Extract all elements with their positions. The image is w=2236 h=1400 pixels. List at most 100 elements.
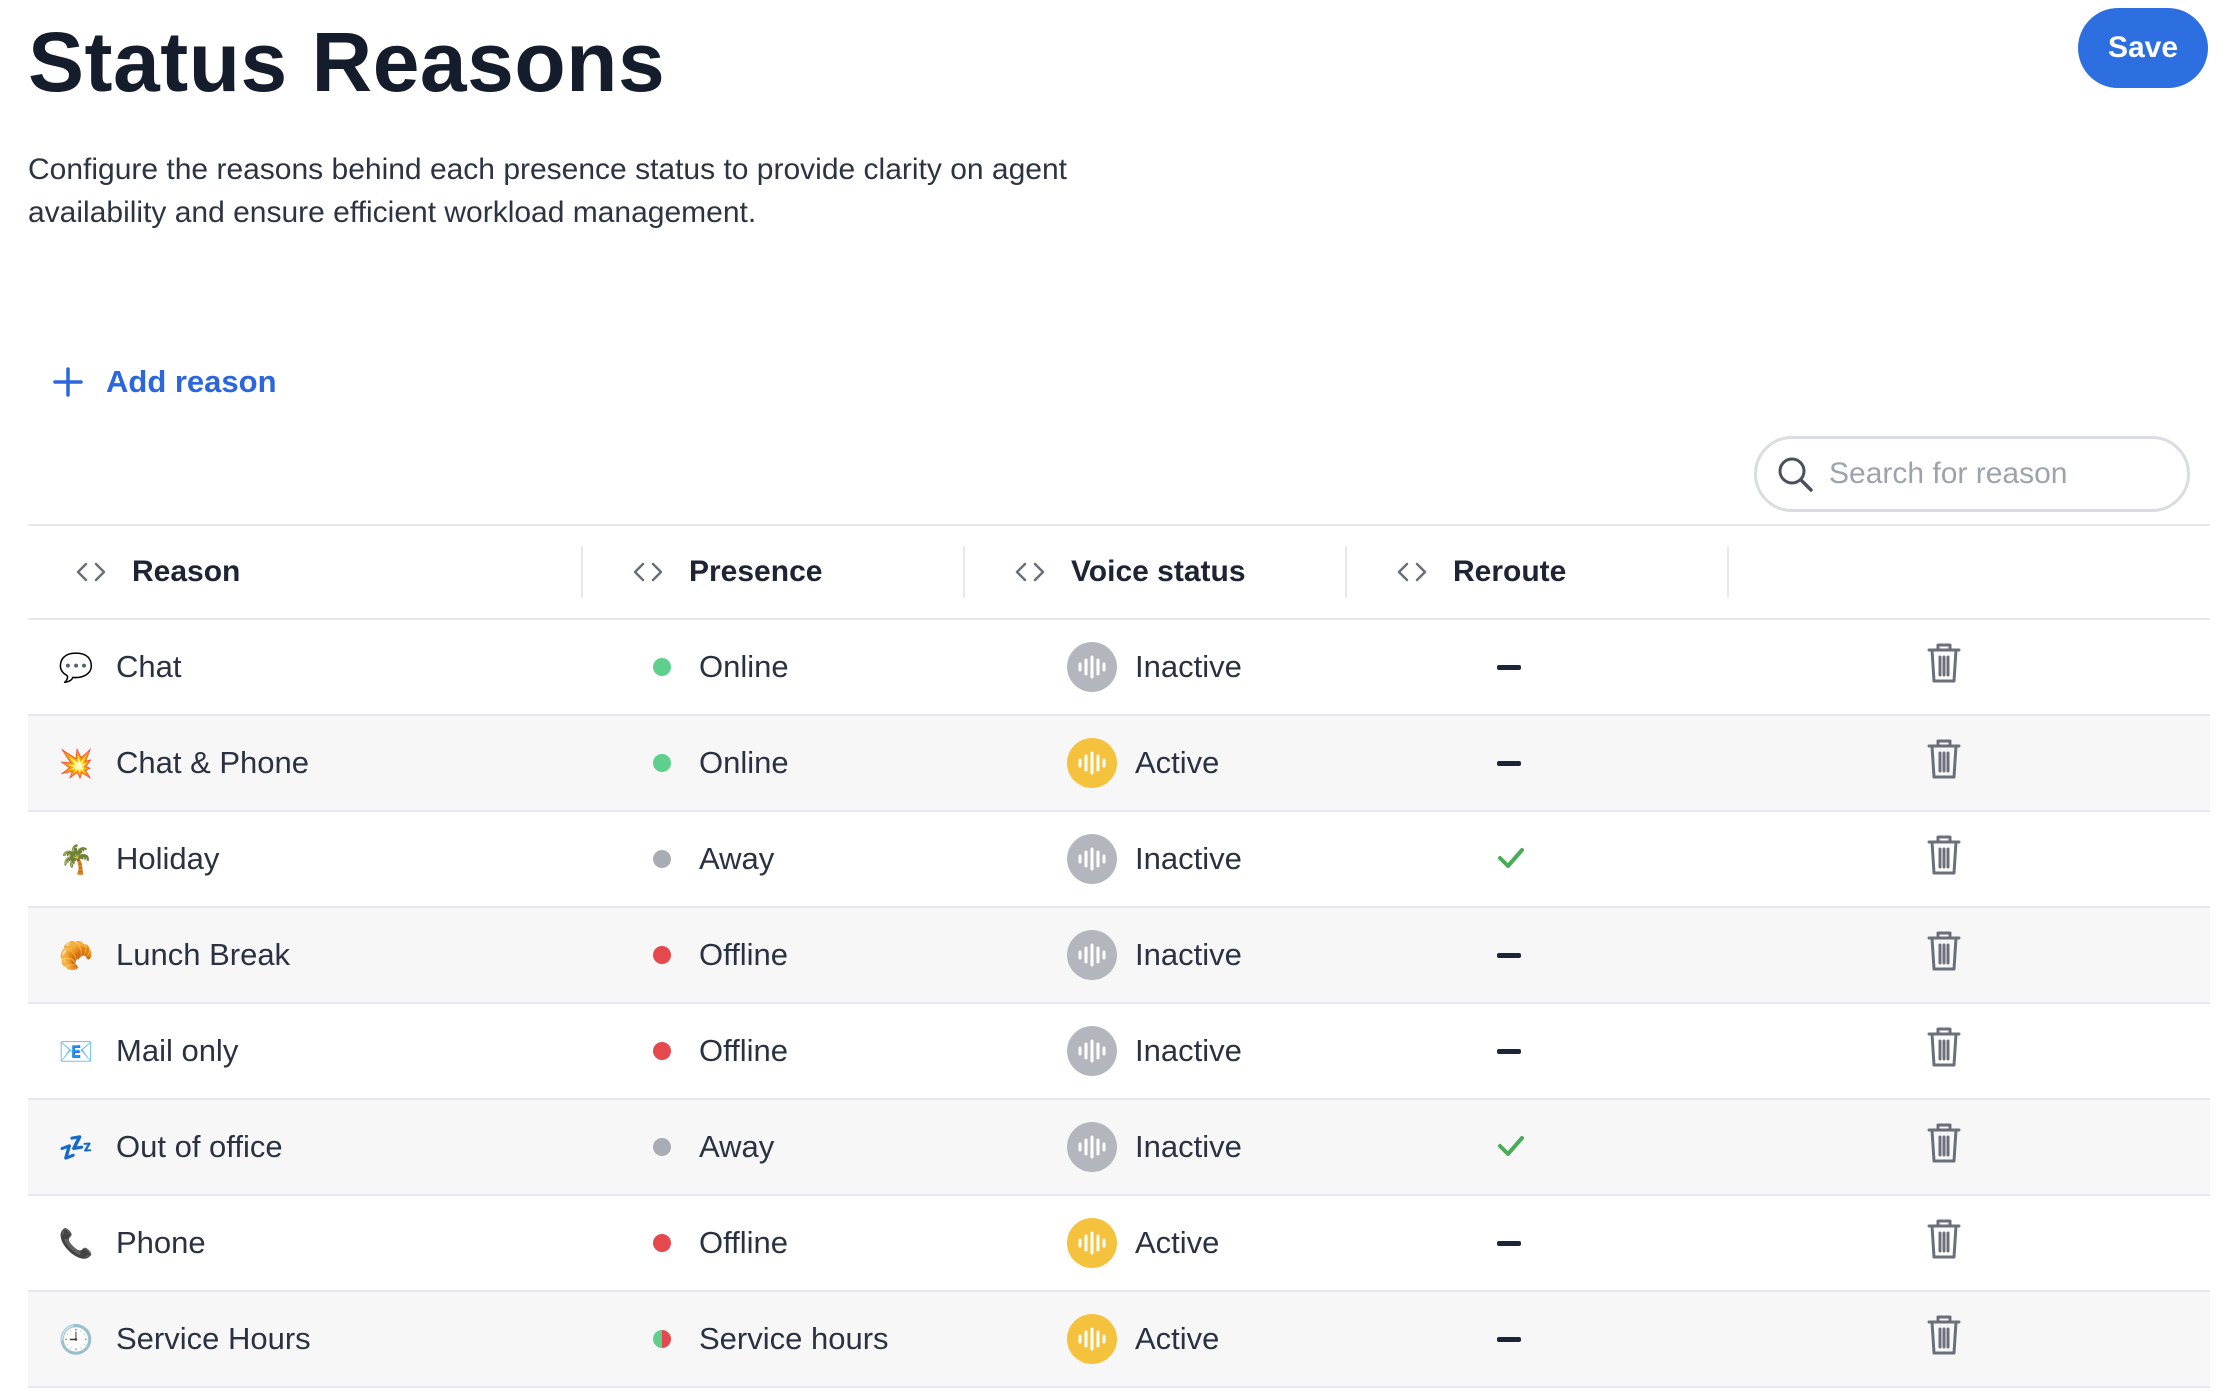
- table-row[interactable]: 💥 Chat & Phone Online Active: [28, 716, 2210, 812]
- voice-status-label: Inactive: [1135, 1033, 1242, 1068]
- voice-waveform-icon: [1067, 1218, 1117, 1268]
- table-row[interactable]: 💬 Chat Online Inactive: [28, 620, 2210, 716]
- presence-cell: Online: [613, 745, 1035, 781]
- column-header-voice-status[interactable]: Voice status: [965, 546, 1347, 598]
- column-header-actions: [1729, 546, 2210, 598]
- voice-waveform-icon: [1067, 1122, 1117, 1172]
- presence-dot-icon: [653, 1042, 671, 1060]
- voice-status-cell: Inactive: [1035, 1122, 1449, 1172]
- table-row[interactable]: 🌴 Holiday Away Inactive: [28, 812, 2210, 908]
- actions-cell: [1879, 834, 2210, 884]
- table-row[interactable]: 📞 Phone Offline Active: [28, 1196, 2210, 1292]
- trash-icon[interactable]: [1927, 738, 1961, 788]
- presence-cell: Offline: [613, 1225, 1035, 1261]
- trash-icon[interactable]: [1927, 930, 1961, 980]
- reason-cell: 🥐 Lunch Break: [28, 937, 613, 973]
- reason-cell: 🕘 Service Hours: [28, 1321, 613, 1357]
- reason-emoji-icon: 💥: [58, 747, 94, 779]
- add-reason-button[interactable]: Add reason: [52, 364, 277, 400]
- voice-waveform-icon: [1067, 930, 1117, 980]
- reroute-cell: [1449, 1240, 1879, 1246]
- presence-dot-icon: [653, 946, 671, 964]
- dash-icon: [1497, 1240, 1521, 1246]
- table-row[interactable]: 📧 Mail only Offline Inactive: [28, 1004, 2210, 1100]
- reroute-cell: [1449, 1336, 1879, 1342]
- voice-status-label: Inactive: [1135, 937, 1242, 972]
- reason-label: Lunch Break: [116, 937, 291, 972]
- voice-status-cell: Active: [1035, 1314, 1449, 1364]
- dash-icon: [1497, 1336, 1521, 1342]
- reroute-cell: [1449, 760, 1879, 766]
- reason-cell: 💤 Out of office: [28, 1129, 613, 1165]
- add-reason-label: Add reason: [106, 364, 277, 399]
- voice-waveform-icon: [1067, 738, 1117, 788]
- presence-cell: Service hours: [613, 1321, 1035, 1357]
- column-label: Presence: [689, 555, 823, 588]
- reason-label: Phone: [116, 1225, 206, 1260]
- trash-icon[interactable]: [1927, 1122, 1961, 1172]
- reason-label: Chat & Phone: [116, 745, 310, 780]
- presence-label: Away: [699, 1129, 775, 1164]
- actions-cell: [1879, 738, 2210, 788]
- reason-label: Holiday: [116, 841, 220, 876]
- voice-status-cell: Inactive: [1035, 834, 1449, 884]
- page-title: Status Reasons: [28, 15, 666, 109]
- reroute-cell: [1449, 952, 1879, 958]
- sort-icon: [1015, 562, 1045, 582]
- presence-dot-icon: [653, 1330, 671, 1348]
- reasons-table: Reason Presence Voice status Reroute 💬 Ch…: [28, 524, 2210, 1388]
- voice-status-cell: Active: [1035, 1218, 1449, 1268]
- actions-cell: [1879, 1218, 2210, 1268]
- voice-status-cell: Inactive: [1035, 642, 1449, 692]
- search-icon: [1778, 457, 1813, 492]
- trash-icon[interactable]: [1927, 1026, 1961, 1076]
- voice-waveform-icon: [1067, 834, 1117, 884]
- reason-label: Out of office: [116, 1129, 283, 1164]
- column-header-reroute[interactable]: Reroute: [1347, 546, 1729, 598]
- trash-icon[interactable]: [1927, 642, 1961, 692]
- search-box[interactable]: [1754, 436, 2190, 512]
- reason-cell: 💬 Chat: [28, 649, 613, 685]
- column-label: Reroute: [1453, 555, 1567, 588]
- column-header-reason[interactable]: Reason: [28, 546, 583, 598]
- presence-label: Online: [699, 745, 789, 780]
- actions-cell: [1879, 1026, 2210, 1076]
- trash-icon[interactable]: [1927, 1218, 1961, 1268]
- presence-cell: Offline: [613, 937, 1035, 973]
- search-input[interactable]: [1827, 456, 2161, 492]
- voice-status-label: Inactive: [1135, 1129, 1242, 1164]
- sort-icon: [76, 562, 106, 582]
- reason-cell: 💥 Chat & Phone: [28, 745, 613, 781]
- voice-status-label: Inactive: [1135, 649, 1242, 684]
- voice-waveform-icon: [1067, 642, 1117, 692]
- reroute-cell: [1449, 1129, 1879, 1165]
- presence-label: Offline: [699, 1033, 789, 1068]
- check-icon: [1497, 1129, 1525, 1165]
- reason-cell: 📧 Mail only: [28, 1033, 613, 1069]
- column-header-presence[interactable]: Presence: [583, 546, 965, 598]
- dash-icon: [1497, 664, 1521, 670]
- voice-status-label: Active: [1135, 745, 1220, 780]
- save-button[interactable]: Save: [2078, 8, 2208, 88]
- dash-icon: [1497, 1048, 1521, 1054]
- trash-icon[interactable]: [1927, 1314, 1961, 1364]
- sort-icon: [1397, 562, 1427, 582]
- presence-dot-icon: [653, 754, 671, 772]
- table-row[interactable]: 💤 Out of office Away Inactive: [28, 1100, 2210, 1196]
- page-description: Configure the reasons behind each presen…: [28, 153, 1067, 229]
- plus-icon: [53, 367, 83, 397]
- presence-label: Offline: [699, 937, 789, 972]
- reason-label: Chat: [116, 649, 182, 684]
- trash-icon[interactable]: [1927, 834, 1961, 884]
- presence-dot-icon: [653, 1234, 671, 1252]
- table-row[interactable]: 🥐 Lunch Break Offline Inactive: [28, 908, 2210, 1004]
- column-label: Reason: [132, 555, 241, 588]
- reason-label: Mail only: [116, 1033, 239, 1068]
- table-row[interactable]: 🕘 Service Hours Service hours Active: [28, 1292, 2210, 1388]
- reason-emoji-icon: 🌴: [58, 843, 94, 875]
- presence-cell: Away: [613, 1129, 1035, 1165]
- table-body: 💬 Chat Online Inactive 💥 Chat & Phone Online Ac…: [28, 620, 2210, 1388]
- reason-emoji-icon: 🥐: [58, 939, 94, 971]
- presence-cell: Offline: [613, 1033, 1035, 1069]
- actions-cell: [1879, 1122, 2210, 1172]
